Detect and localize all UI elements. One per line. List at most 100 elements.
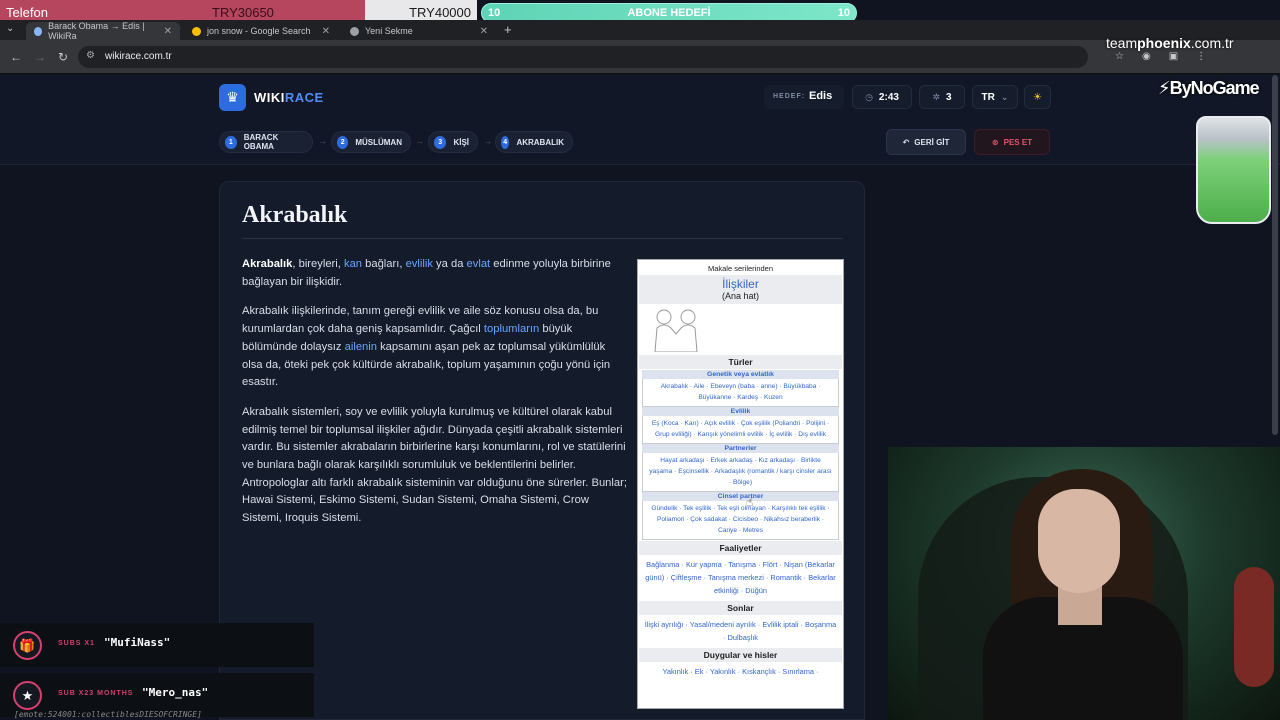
cancel-circle-icon: ⊗ xyxy=(991,137,999,147)
tab-search-icon[interactable]: ⌄ xyxy=(6,23,14,34)
tab-title: Barack Obama → Edis | WikiRa xyxy=(48,21,145,41)
back-arrow-icon[interactable]: ← xyxy=(10,50,22,64)
paragraph-3: Akrabalık sistemleri, soy ve evlilik yol… xyxy=(242,405,627,525)
page-scrollbar[interactable] xyxy=(1272,75,1278,435)
site-header: ♛ WIKIRACE HEDEF: Edis ◷ 2:43 ✲ 3 TR ⌄ ☀… xyxy=(0,75,1280,165)
donation-goal-label: Telefon xyxy=(6,5,48,20)
address-bar: ← → ↻ ⚙ wikirace.com.tr ☆◉▣⋮ xyxy=(0,40,1280,74)
forward-arrow-icon[interactable]: → xyxy=(34,50,46,64)
language-value: TR xyxy=(981,91,995,103)
text: bağları, xyxy=(362,258,406,270)
guitar xyxy=(1234,567,1274,687)
link-ailenin[interactable]: ailenin xyxy=(345,341,377,353)
title-divider xyxy=(242,238,842,239)
site-logo[interactable]: WIKIRACE xyxy=(254,90,324,105)
mouse-pointer-icon: ☝ xyxy=(746,495,754,509)
infobox-subsection[interactable]: Evlilik xyxy=(642,407,839,416)
arrow-right-icon: → xyxy=(483,136,492,146)
bold-term: Akrabalık xyxy=(242,258,293,270)
trophy-icon[interactable]: ♛ xyxy=(219,84,246,111)
click-count-value: 3 xyxy=(945,91,952,103)
chrome-icon xyxy=(350,26,359,36)
language-select[interactable]: TR ⌄ xyxy=(972,85,1018,109)
paragraph-1: Akrabalık, bireyleri, kan bağları, evlil… xyxy=(242,256,627,291)
step-label: MÜSLÜMAN xyxy=(355,137,402,147)
site-info-icon[interactable]: ⚙ xyxy=(86,50,95,61)
brand-part: phoenix xyxy=(1137,35,1191,51)
infobox-title-link[interactable]: İlişkiler xyxy=(639,277,842,291)
clock-icon: ◷ xyxy=(865,91,873,102)
text: , bireyleri, xyxy=(292,258,344,270)
article-title: Akrabalık xyxy=(242,202,348,228)
close-icon[interactable]: ✕ xyxy=(322,26,330,37)
close-icon[interactable]: ✕ xyxy=(480,26,488,37)
path-step-4[interactable]: 4 AKRABALIK xyxy=(495,131,573,153)
go-back-button[interactable]: ↶ GERİ GİT xyxy=(886,129,966,155)
infobox-subsection[interactable]: Partnerler xyxy=(642,444,839,453)
close-icon[interactable]: ✕ xyxy=(164,26,172,37)
path-step-1[interactable]: 1 BARACK OBAMA xyxy=(219,131,313,153)
tab-wikirace[interactable]: Barack Obama → Edis | WikiRa ✕ xyxy=(26,21,180,41)
streamer-face xyxy=(1038,489,1120,593)
chat-emote-text: [emote:524001:collectiblesDIESOFCRINGE] xyxy=(14,710,202,719)
link-toplumlarin[interactable]: toplumların xyxy=(484,323,539,335)
infobox-section-title: Faaliyetler xyxy=(639,541,842,555)
relationships-infobox: Makale serilerinden İlişkiler (Ana hat) … xyxy=(637,259,844,709)
extension-icons[interactable]: ☆◉▣⋮ xyxy=(1115,51,1224,62)
sponsor-bynogame: ⚡ByNoGame xyxy=(1158,78,1260,99)
url-field[interactable]: ⚙ wikirace.com.tr xyxy=(78,46,1088,68)
infobox-subsection[interactable]: Cinsel partner xyxy=(642,492,839,501)
text: ya da xyxy=(432,258,467,270)
infobox-header: İlişkiler (Ana hat) xyxy=(639,275,842,304)
timer-value: 2:43 xyxy=(878,91,899,103)
brand-part: team xyxy=(1106,35,1138,51)
path-step-2[interactable]: 2 MÜSLÜMAN xyxy=(331,131,411,153)
step-number: 2 xyxy=(337,135,349,149)
target-indicator: HEDEF: Edis xyxy=(764,85,844,109)
people-holding-hands-icon xyxy=(638,306,843,354)
link-kan[interactable]: kan xyxy=(344,258,362,270)
sub-alert-1: 🎁 SUBS X1 "MufiNass" xyxy=(0,623,314,667)
infobox-link-list[interactable]: Yakınlık · Ek · Yakınlık · Kıskançlık · … xyxy=(638,663,843,681)
link-evlat[interactable]: evlat xyxy=(467,258,491,270)
sub-goal-target: 10 xyxy=(837,7,850,19)
step-number: 1 xyxy=(225,135,237,149)
go-back-label: GERİ GİT xyxy=(914,137,950,147)
paragraph-2: Akrabalık ilişkilerinde, tanım gereği ev… xyxy=(242,303,627,392)
infobox-subsection[interactable]: Genetik veya evlatlık xyxy=(642,370,839,379)
click-count-badge: ✲ 3 xyxy=(919,85,965,109)
alert-username: "MufiNass" xyxy=(104,636,171,649)
infobox-link-list[interactable]: Gündelik · Tek eşlilik · Tek eşli olmaya… xyxy=(642,501,839,540)
reload-icon[interactable]: ↻ xyxy=(58,50,68,64)
infobox-subtitle[interactable]: (Ana hat) xyxy=(639,291,842,301)
step-number: 4 xyxy=(501,135,510,149)
bynogame-logo-icon: ⚡ xyxy=(1158,78,1171,98)
tab-title: jon snow - Google Search xyxy=(207,26,311,36)
give-up-button[interactable]: ⊗ PES ET xyxy=(974,129,1050,155)
tab-google-search[interactable]: jon snow - Google Search ✕ xyxy=(184,22,338,40)
infobox-link-list[interactable]: Hayat arkadaşı · Erkek arkadaş · Kız ark… xyxy=(642,453,839,492)
infobox-link-list[interactable]: Eş (Koca · Karı) · Açık evlilik · Çok eş… xyxy=(642,416,839,444)
google-icon xyxy=(192,26,201,36)
infobox-section-title: Duygular ve hisler xyxy=(639,648,842,662)
tab-new-tab[interactable]: Yeni Sekme ✕ xyxy=(342,22,496,40)
url-text[interactable]: wikirace.com.tr xyxy=(105,51,172,62)
target-value: Edis xyxy=(809,90,833,102)
path-step-3[interactable]: 3 KİŞİ xyxy=(428,131,478,153)
undo-icon: ↶ xyxy=(902,137,910,147)
donation-goal-target-value: TRY40000 xyxy=(409,5,471,20)
mouse-pointer-icon: ☝ xyxy=(836,445,844,459)
new-tab-button[interactable]: + xyxy=(504,22,512,37)
theme-toggle[interactable]: ☀ xyxy=(1024,85,1051,109)
article-body: Akrabalık, bireyleri, kan bağları, evlil… xyxy=(242,256,627,540)
brand-part: .com.tr xyxy=(1190,35,1234,51)
infobox-link-list[interactable]: Bağlanma · Kur yapma · Tanışma · Flört ·… xyxy=(638,556,843,600)
arrow-right-icon: → xyxy=(318,136,327,146)
tab-title: Yeni Sekme xyxy=(365,26,413,36)
infobox-link-list[interactable]: İlişki ayrılığı · Yasal/medeni ayrılık ·… xyxy=(638,616,843,647)
step-label: AKRABALIK xyxy=(516,137,564,147)
timer-badge: ◷ 2:43 xyxy=(852,85,912,109)
infobox-link-list[interactable]: Akrabalık · Aile · Ebeveyn (baba · anne)… xyxy=(642,379,839,407)
link-evlilik[interactable]: evlilik xyxy=(406,258,433,270)
target-label: HEDEF: xyxy=(773,93,806,100)
